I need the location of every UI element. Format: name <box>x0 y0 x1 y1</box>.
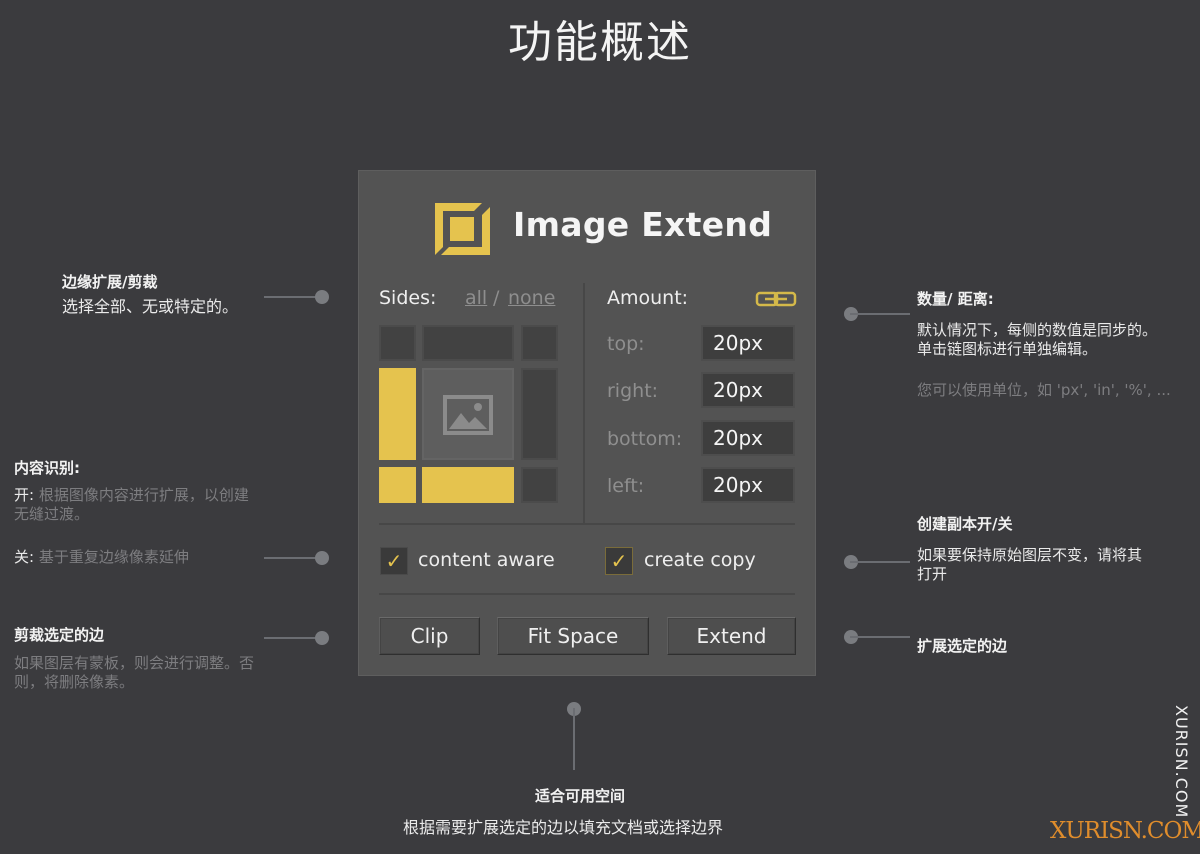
side-toggle-right[interactable] <box>521 368 558 460</box>
clip-callout-line <box>264 637 320 639</box>
clip-annotation-text: 如果图层有蒙板，则会进行调整。否 则，将删除像素。 <box>14 654 254 692</box>
sides-annotation-text: 选择全部、无或特定的。 <box>62 297 239 316</box>
side-toggle-bottom[interactable] <box>422 467 514 503</box>
left-label: left: <box>607 475 645 497</box>
amount-callout-line <box>850 313 910 315</box>
sides-separator: / <box>493 287 500 309</box>
clip-text-line2: 则，将删除像素。 <box>14 673 135 691</box>
side-toggle-top-left[interactable] <box>379 325 416 361</box>
clip-annotation-title: 剪裁选定的边 <box>14 626 105 644</box>
off-prefix: 关: <box>14 548 35 566</box>
amount-label: Amount: <box>607 287 689 309</box>
content-aware-label[interactable]: content aware <box>418 549 555 571</box>
column-divider <box>583 283 585 523</box>
watermark-horizontal: XURISN.COM <box>1050 818 1200 844</box>
right-label: right: <box>607 380 659 402</box>
extend-button[interactable]: Extend <box>667 617 796 655</box>
create-copy-text-line2: 打开 <box>917 565 948 583</box>
image-extend-logo-icon <box>435 203 490 255</box>
sides-callout-dot <box>315 290 329 304</box>
extend-callout-line <box>850 636 910 638</box>
create-copy-annotation-title: 创建副本开/关 <box>917 515 1013 533</box>
right-amount-input[interactable] <box>701 372 795 408</box>
side-toggle-bottom-right[interactable] <box>521 467 558 503</box>
on-description: 根据图像内容进行扩展，以创建 <box>34 486 249 504</box>
sides-annotation-title: 边缘扩展/剪裁 <box>62 273 158 291</box>
image-placeholder-icon <box>443 395 493 435</box>
content-aware-callout-dot <box>315 551 329 565</box>
sides-label: Sides: <box>379 287 437 309</box>
divider <box>379 523 795 525</box>
amount-annotation-hint: 您可以使用单位，如 'px', 'in', '%', ... <box>917 381 1171 399</box>
left-amount-input[interactable] <box>701 467 795 503</box>
bottom-label: bottom: <box>607 428 683 450</box>
off-description: 基于重复边缘像素延伸 <box>34 548 189 566</box>
content-aware-off-text: 关: 基于重复边缘像素延伸 <box>14 548 189 567</box>
create-copy-callout-line <box>850 561 910 563</box>
amount-annotation-title: 数量/ 距离: <box>917 290 994 308</box>
amount-annotation-text: 默认情况下，每侧的数值是同步的。 单击链图标进行单独编辑。 <box>917 321 1157 359</box>
amount-text-line2: 单击链图标进行单独编辑。 <box>917 340 1098 358</box>
watermark-vertical: XURISN.COM <box>1172 705 1191 819</box>
page-title: 功能概述 <box>508 17 692 68</box>
side-toggle-left[interactable] <box>379 368 416 460</box>
create-copy-text-line1: 如果要保持原始图层不变，请将其 <box>917 546 1143 564</box>
create-copy-annotation-text: 如果要保持原始图层不变，请将其 打开 <box>917 546 1142 584</box>
side-toggle-top[interactable] <box>422 325 514 361</box>
clip-text-line1: 如果图层有蒙板，则会进行调整。否 <box>14 654 255 672</box>
content-aware-annotation-title: 内容识别: <box>14 459 80 477</box>
select-all-link[interactable]: all <box>465 287 487 309</box>
extend-annotation-title: 扩展选定的边 <box>917 637 1008 655</box>
create-copy-label[interactable]: create copy <box>644 549 756 571</box>
clip-button[interactable]: Clip <box>379 617 480 655</box>
on-description-cont: 无缝过渡。 <box>14 505 90 523</box>
content-aware-callout-line <box>264 557 320 559</box>
sides-callout-line <box>264 296 320 298</box>
fit-space-annotation-text: 根据需要扩展选定的边以填充文档或选择边界 <box>402 818 723 837</box>
app-title: Image Extend <box>513 205 773 244</box>
top-amount-input[interactable] <box>701 325 795 361</box>
fit-space-callout-line <box>573 708 575 770</box>
on-prefix: 开: <box>14 486 35 504</box>
chain-link-icon[interactable] <box>755 291 797 307</box>
divider <box>379 593 795 595</box>
image-preview <box>422 368 514 460</box>
clip-callout-dot <box>315 631 329 645</box>
bottom-amount-input[interactable] <box>701 420 795 456</box>
side-toggle-top-right[interactable] <box>521 325 558 361</box>
image-extend-panel: Image Extend Sides: all / none Amount: t… <box>358 170 816 676</box>
content-aware-checkbox[interactable]: ✓ <box>380 547 408 575</box>
fit-space-annotation-title: 适合可用空间 <box>534 787 625 805</box>
top-label: top: <box>607 333 645 355</box>
select-none-link[interactable]: none <box>508 287 555 309</box>
amount-text-line1: 默认情况下，每侧的数值是同步的。 <box>917 321 1158 339</box>
side-toggle-bottom-left[interactable] <box>379 467 416 503</box>
content-aware-on-text: 开: 根据图像内容进行扩展，以创建 无缝过渡。 <box>14 486 314 524</box>
create-copy-checkbox[interactable]: ✓ <box>605 547 633 575</box>
fit-space-button[interactable]: Fit Space <box>497 617 649 655</box>
